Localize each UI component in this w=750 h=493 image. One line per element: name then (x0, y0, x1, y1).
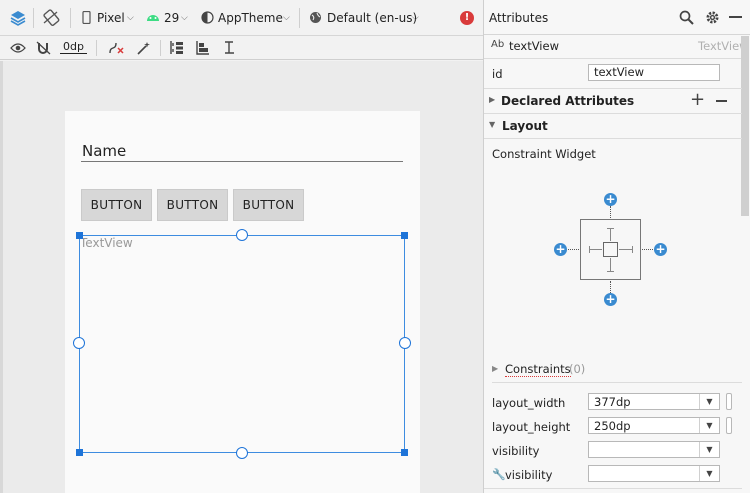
theme-selector[interactable]: AppTheme (218, 11, 283, 25)
button-2[interactable]: BUTTON (157, 189, 228, 221)
chevron-down-icon: ⌵ (283, 13, 290, 23)
anchor-right[interactable] (399, 337, 411, 349)
layout-width-dropdown[interactable]: 377dp ▼ (588, 393, 720, 410)
tools-visibility-dropdown[interactable]: ▼ (588, 465, 720, 482)
layout-width-value: 377dp (594, 395, 631, 409)
chevron-down-icon: ▼ (699, 442, 719, 457)
theme-icon (201, 11, 214, 27)
declared-attributes-section[interactable]: ▶ Declared Attributes + (484, 89, 742, 113)
layout-height-dropdown[interactable]: 250dp ▼ (588, 417, 720, 434)
declared-attributes-title: Declared Attributes (501, 94, 635, 108)
visibility-dropdown[interactable]: ▼ (588, 441, 720, 458)
remove-attribute-icon[interactable] (716, 100, 727, 102)
eye-icon[interactable] (10, 42, 26, 57)
widget-inner-box (603, 242, 618, 257)
locale-selector[interactable]: Default (en-us) (327, 11, 417, 25)
resource-picker[interactable] (726, 393, 732, 410)
name-edit-text[interactable]: Name (81, 142, 403, 162)
constraints-label[interactable]: Constraints (505, 362, 571, 377)
layout-width-label: layout_width (492, 396, 566, 410)
panel-header: Attributes (484, 0, 750, 35)
textview[interactable]: TextView (80, 236, 133, 250)
chevron-down-icon: ⌵ (127, 13, 134, 23)
layout-title: Layout (502, 119, 548, 133)
error-icon[interactable]: ! (460, 11, 474, 25)
anchor-top[interactable] (236, 229, 248, 241)
minimize-icon[interactable] (729, 16, 742, 18)
phone-icon (82, 10, 91, 27)
id-label: id (492, 67, 503, 81)
layout-toolbar: 0dp (0, 36, 483, 60)
default-margin-selector[interactable]: 0dp (60, 40, 87, 54)
textview-selection[interactable]: TextView (73, 229, 411, 459)
resource-picker[interactable] (726, 417, 732, 434)
wrench-icon: 🔧 (492, 468, 506, 481)
device-selector[interactable]: Pixel (97, 11, 125, 25)
magnet-off-icon[interactable] (36, 41, 51, 58)
chevron-down-icon: ▼ (699, 394, 719, 409)
chevron-down-icon: ▼ (699, 466, 719, 481)
component-badge: Ab (491, 39, 505, 50)
expand-arrow-icon: ▶ (492, 364, 499, 373)
chevron-down-icon: ⌵ (181, 13, 188, 23)
align-icon[interactable] (195, 40, 210, 58)
infer-constraints-icon[interactable] (136, 41, 151, 58)
layout-height-label: layout_height (492, 420, 571, 434)
anchor-bottom[interactable] (236, 447, 248, 459)
tools-visibility-label: visibility (505, 468, 553, 482)
design-toolbar: Pixel ⌵ 29 ⌵ AppTheme ⌵ Default (en-us) … (0, 0, 483, 36)
add-top-constraint-icon[interactable]: + (604, 193, 617, 206)
chevron-down-icon: ▼ (699, 418, 719, 433)
guidelines-icon[interactable] (222, 40, 237, 58)
resize-handle-bottom-right[interactable] (401, 449, 408, 456)
button-1[interactable]: BUTTON (81, 189, 152, 221)
resize-handle-top-right[interactable] (401, 232, 408, 239)
layout-section[interactable]: ▼ Layout (484, 114, 742, 138)
clear-constraints-icon[interactable] (108, 41, 124, 58)
constraint-widget (580, 219, 641, 280)
add-attribute-icon[interactable]: + (690, 89, 705, 110)
rotate-orientation-icon[interactable] (42, 9, 60, 30)
api-level-selector[interactable]: 29 (164, 11, 179, 25)
pack-icon[interactable] (169, 40, 184, 58)
design-canvas[interactable]: Name BUTTON BUTTON BUTTON TextView (0, 61, 483, 493)
search-icon[interactable] (679, 10, 694, 28)
add-right-constraint-icon[interactable]: + (654, 243, 667, 256)
resize-handle-bottom-left[interactable] (76, 449, 83, 456)
visibility-label: visibility (492, 444, 540, 458)
add-left-constraint-icon[interactable]: + (554, 243, 567, 256)
button-3[interactable]: BUTTON (233, 189, 304, 221)
anchor-left[interactable] (73, 337, 85, 349)
add-bottom-constraint-icon[interactable]: + (604, 293, 617, 306)
expand-arrow-icon: ▶ (489, 95, 496, 104)
id-field[interactable]: textView (588, 64, 720, 81)
layers-icon[interactable] (9, 9, 27, 30)
android-icon (146, 11, 160, 25)
constraint-widget-label: Constraint Widget (492, 147, 596, 161)
attributes-panel: Attributes Ab textView TextView id textV… (483, 0, 750, 493)
layout-height-value: 250dp (594, 419, 631, 433)
constraints-count: (0) (569, 362, 586, 376)
chevron-down-icon: ⌵ (412, 13, 419, 23)
panel-scrollbar[interactable] (741, 36, 749, 216)
gear-icon[interactable] (705, 10, 720, 28)
panel-title: Attributes (489, 11, 549, 25)
resize-handle-top-left[interactable] (76, 232, 83, 239)
phone-screen[interactable]: Name BUTTON BUTTON BUTTON TextView (65, 111, 420, 493)
globe-icon (309, 11, 322, 27)
component-name: textView (509, 39, 559, 53)
collapse-arrow-icon: ▼ (489, 120, 496, 129)
